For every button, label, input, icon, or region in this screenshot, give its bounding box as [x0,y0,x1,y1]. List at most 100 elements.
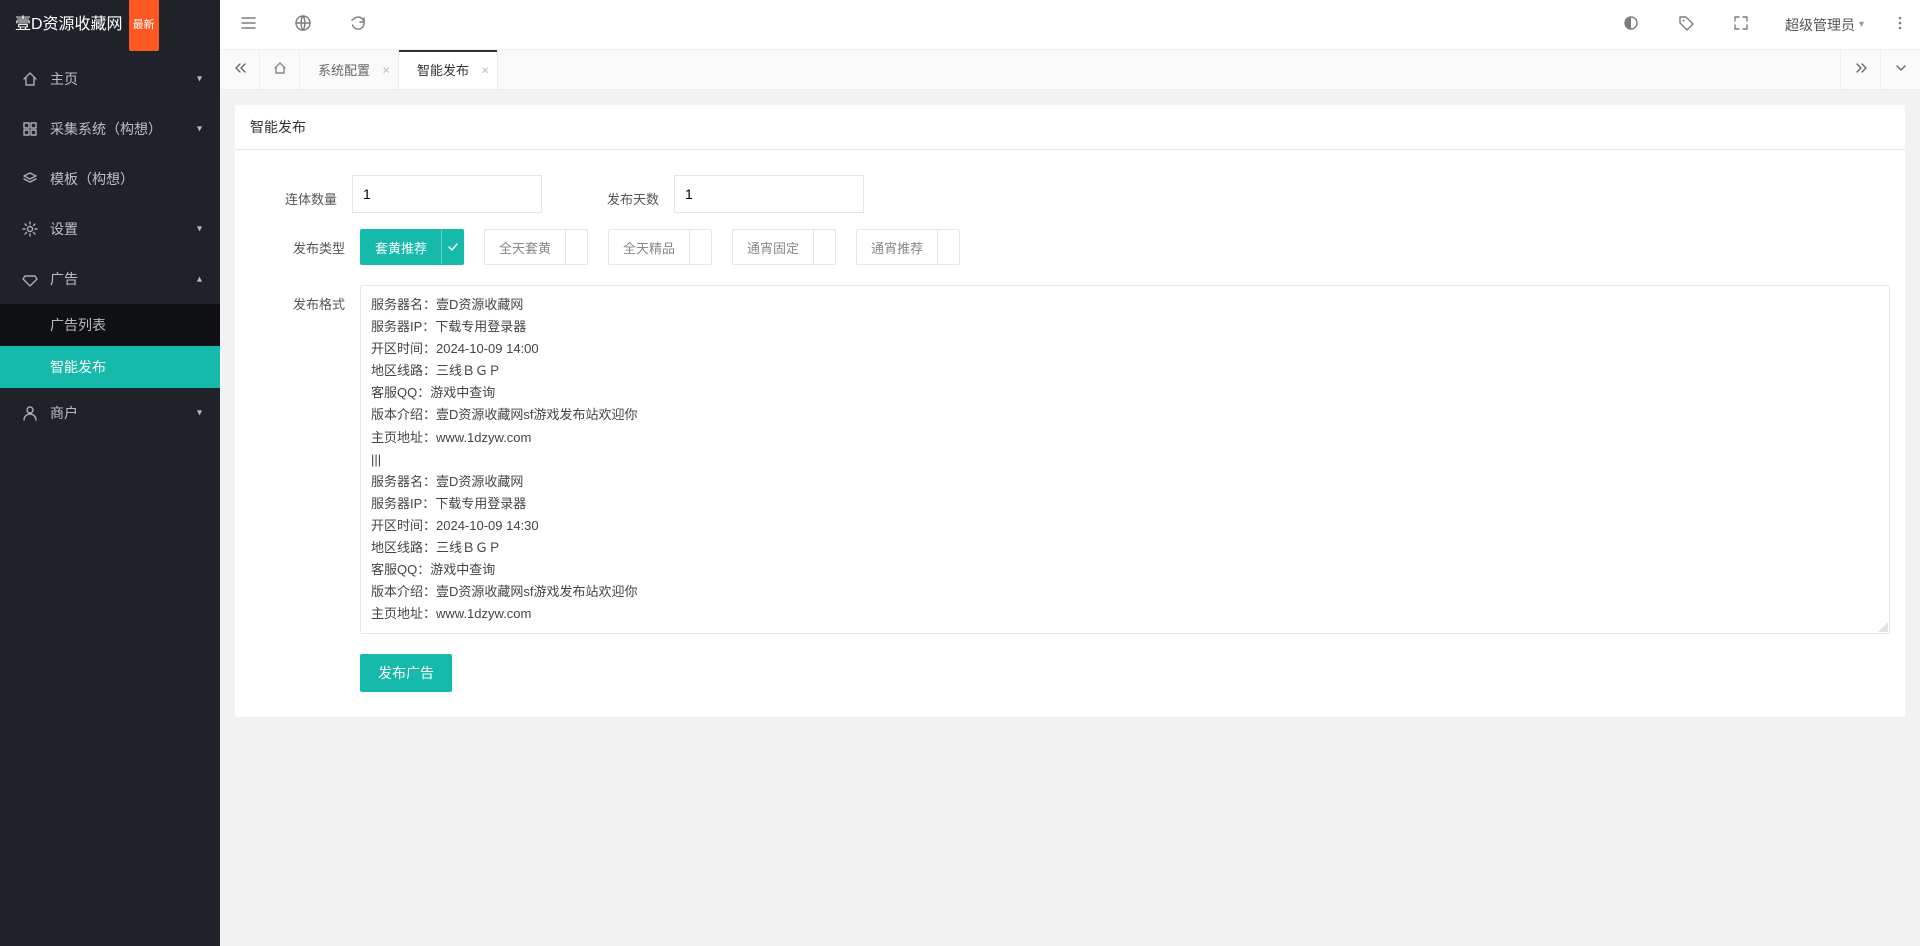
check-box-icon [689,230,711,264]
topbar-right: 超级管理员 ▾ [1604,0,1920,49]
row-submit: 发布广告 [250,654,1890,692]
row-format: 发布格式 服务器名：壹D资源收藏网 服务器IP：下载专用登录器 开区时间：202… [250,285,1890,634]
sidebar-submenu-ads: 广告列表 智能发布 [0,304,220,388]
tabs-menu[interactable] [1880,50,1920,89]
chevron-up-icon: ▾ [197,274,202,285]
fullscreen-button[interactable] [1714,0,1769,49]
topbar-left [220,0,385,49]
refresh-button[interactable] [330,0,385,49]
label-empty [250,654,360,663]
type-quantian-taohuang[interactable]: 全天套黄 [484,229,588,265]
submit-block: 发布广告 [360,654,1890,692]
row-type: 发布类型 套黄推荐 全天套黄 [250,229,1890,265]
check-box-icon [937,230,959,264]
layers-icon [22,171,38,187]
check-icon [441,230,463,264]
type-label: 套黄推荐 [361,230,441,264]
input-days[interactable] [674,175,864,213]
more-button[interactable] [1880,0,1920,49]
globe-icon [294,14,312,35]
chevron-down-icon: ▾ [1859,19,1864,30]
type-taohuang-tuijian[interactable]: 套黄推荐 [360,229,464,265]
chevron-double-right-icon [1854,61,1868,78]
logo-text: 壹D资源收藏网 [15,0,123,50]
tabs-scroll-right[interactable] [1840,50,1880,89]
logo[interactable]: 壹D资源收藏网 最新 [0,0,220,50]
grid-icon [22,121,38,137]
user-menu[interactable]: 超级管理员 ▾ [1769,0,1880,49]
tab-smart-publish[interactable]: 智能发布 × [399,50,498,89]
sidebar-item-template[interactable]: 模板（构想） [0,154,220,204]
sidebar-item-label: 采集系统（构想） [50,119,162,139]
type-quantian-jingpin[interactable]: 全天精品 [608,229,712,265]
card-smart-publish: 智能发布 连体数量 发布天数 [235,105,1905,717]
format-block: 服务器名：壹D资源收藏网 服务器IP：下载专用登录器 开区时间：2024-10-… [360,285,1890,634]
refresh-icon [349,14,367,35]
tabs-bar: 系统配置 × 智能发布 × [220,50,1920,90]
sidebar-sub-smart-publish[interactable]: 智能发布 [0,346,220,388]
sidebar-item-merchant[interactable]: 商户 ▾ [0,388,220,438]
type-label: 通宵推荐 [857,230,937,264]
menu-toggle-button[interactable] [220,0,275,49]
home-icon [22,71,38,87]
type-label: 通宵固定 [733,230,813,264]
tab-home[interactable] [260,50,300,89]
check-box-icon [565,230,587,264]
theme-icon [1622,14,1640,35]
row-qty-days: 连体数量 发布天数 [250,175,1890,213]
publish-button[interactable]: 发布广告 [360,654,452,692]
sidebar-item-settings[interactable]: 设置 ▾ [0,204,220,254]
more-vertical-icon [1891,14,1909,35]
label-format: 发布格式 [250,285,360,313]
tabs-list: 系统配置 × 智能发布 × [300,50,1840,89]
card-title: 智能发布 [235,105,1905,150]
input-qty[interactable] [352,175,542,213]
side-nav: 主页 ▾ 采集系统（构想） ▾ 模板（构想） [0,50,220,946]
tab-system-config[interactable]: 系统配置 × [300,50,399,89]
sidebar-item-label: 主页 [50,69,78,89]
type-label: 全天套黄 [485,230,565,264]
chevron-down-icon: ▾ [197,74,202,85]
chevron-down-icon [1894,61,1908,78]
sidebar-item-home[interactable]: 主页 ▾ [0,54,220,104]
type-tongxiao-tuijian[interactable]: 通宵推荐 [856,229,960,265]
app-root: 壹D资源收藏网 最新 主页 ▾ 采集系统（构想） ▾ [0,0,1920,946]
label-type: 发布类型 [250,229,360,257]
logo-badge: 最新 [129,0,159,51]
user-name: 超级管理员 [1785,15,1855,35]
chevron-down-icon: ▾ [197,124,202,135]
card-body: 连体数量 发布天数 发布类型 [235,150,1905,717]
type-tongxiao-guding[interactable]: 通宵固定 [732,229,836,265]
tab-label: 系统配置 [318,60,370,79]
sidebar: 壹D资源收藏网 最新 主页 ▾ 采集系统（构想） ▾ [0,0,220,946]
close-icon[interactable]: × [382,62,390,77]
sidebar-item-label: 商户 [50,403,78,423]
chevron-down-icon: ▾ [197,408,202,419]
topbar: 超级管理员 ▾ [220,0,1920,50]
sidebar-item-label: 模板（构想） [50,169,134,189]
sidebar-item-collect[interactable]: 采集系统（构想） ▾ [0,104,220,154]
close-icon[interactable]: × [481,62,489,77]
tab-label: 智能发布 [417,60,469,79]
chevron-double-left-icon [233,61,247,78]
sidebar-item-label: 设置 [50,219,78,239]
label-days: 发布天数 [592,180,674,208]
tabs-scroll-left[interactable] [220,50,260,89]
sidebar-item-ads[interactable]: 广告 ▾ [0,254,220,304]
sidebar-item-label: 广告 [50,269,78,289]
tag-icon [1677,14,1695,35]
diamond-icon [22,271,38,287]
publish-types: 套黄推荐 全天套黄 全天精品 [360,229,1890,265]
sidebar-sub-ads-list[interactable]: 广告列表 [0,304,220,346]
pair-days: 发布天数 [592,175,864,213]
home-icon [273,61,287,78]
types-block: 套黄推荐 全天套黄 全天精品 [360,229,1890,265]
textarea-format[interactable]: 服务器名：壹D资源收藏网 服务器IP：下载专用登录器 开区时间：2024-10-… [360,285,1890,634]
lang-button[interactable] [275,0,330,49]
type-label: 全天精品 [609,230,689,264]
user-icon [22,405,38,421]
note-button[interactable] [1659,0,1714,49]
theme-button[interactable] [1604,0,1659,49]
sidebar-group-ads: 广告 ▾ 广告列表 智能发布 [0,254,220,388]
resize-handle-icon[interactable] [1878,622,1888,632]
